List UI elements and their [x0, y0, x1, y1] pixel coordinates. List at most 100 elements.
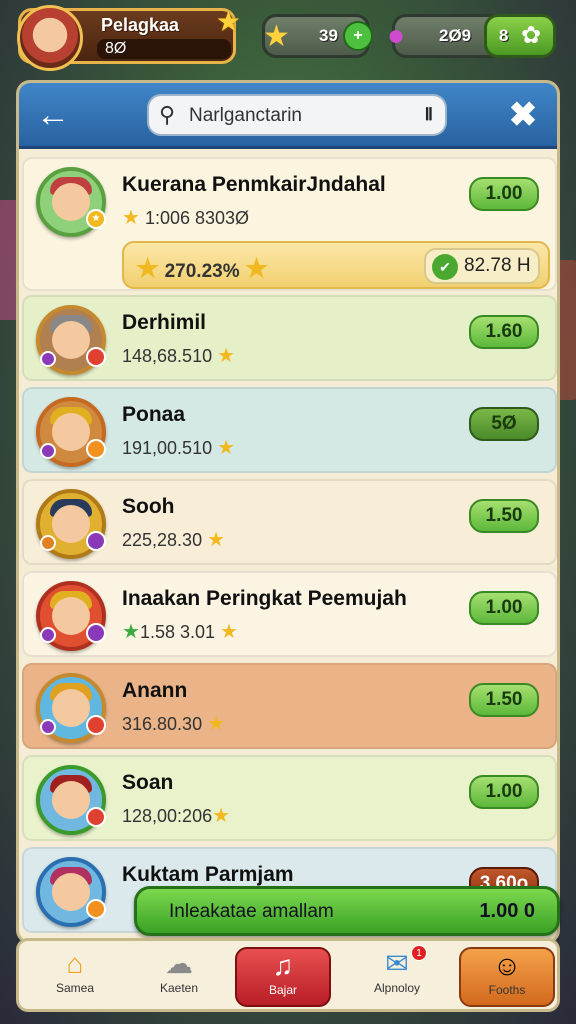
leaderboard-row[interactable]: Sooh 225,28.30 ★ 1.50 [22, 479, 557, 565]
badge-icon [40, 719, 56, 735]
reward-button[interactable]: 5Ø [469, 407, 539, 441]
player-score: 128,00:206★ [122, 805, 231, 827]
add-stars-button[interactable]: + [343, 21, 373, 51]
bonus-left: ★ 270.23% ★ [136, 253, 269, 283]
claim-reward-button[interactable]: Inleakatae amallam 1.00 0 [134, 886, 560, 936]
top-bar: Pelagkaa 8Ø ★ ★ 39 + ● 2Ø9 8 ✿ [0, 0, 576, 72]
avatar [36, 397, 106, 467]
badge-icon [40, 535, 56, 551]
player-score: 316.80.30 ★ [122, 713, 226, 735]
player-name: Kuktam Parmjam [122, 863, 294, 886]
nav-messages[interactable]: ✉ Alpnoloy 1 [349, 945, 445, 1007]
player-profile[interactable]: Pelagkaa 8Ø ★ [17, 5, 241, 71]
star-icon: ★ [220, 621, 238, 643]
avatar [36, 857, 106, 927]
add-gems-button[interactable]: 8 ✿ [484, 14, 556, 58]
search-input[interactable] [189, 104, 399, 128]
star-icon: ★ [217, 437, 236, 459]
bonus-right[interactable]: ✔ 82.78 H [424, 248, 540, 284]
player-level: 8Ø [97, 39, 231, 59]
reward-button[interactable]: 1.50 [469, 683, 539, 717]
gems-value: 2Ø9 [439, 26, 472, 45]
star-icon: ★ [263, 20, 290, 53]
star-icon: ★ [207, 713, 226, 735]
player-name: Kuerana PenmkairJndahal [122, 173, 386, 196]
gems-secondary: 8 [499, 26, 509, 45]
search-suffix: Ⅱ [424, 105, 433, 124]
reward-button[interactable]: 1.00 [469, 775, 539, 809]
character-icon: ☺ [492, 950, 522, 981]
player-name: Ponaa [122, 403, 186, 426]
avatar [36, 673, 106, 743]
claim-value: 1.00 0 [479, 900, 535, 922]
player-name: Soan [122, 771, 174, 794]
gear-icon: ✿ [521, 22, 542, 49]
avatar [36, 765, 106, 835]
badge-icon [86, 899, 106, 919]
gem-icon: ● [387, 19, 406, 52]
star-icon: ★ [217, 345, 236, 367]
avatar: ★ [36, 167, 106, 237]
message-icon: ✉ [385, 948, 409, 979]
panel-header: ← ⚲ Ⅱ ✖ [19, 83, 557, 149]
search-icon: ⚲ [159, 102, 176, 127]
badge-icon [86, 531, 106, 551]
search-box[interactable]: ⚲ Ⅱ [147, 94, 447, 136]
leaderboard-row[interactable]: Derhimil 148,68.510 ★ 1.60 [22, 295, 557, 381]
nav-chat[interactable]: ☁ Kaeten [131, 947, 227, 1007]
star-icon: ★ [244, 253, 269, 283]
notification-badge: 1 [411, 945, 427, 961]
stars-value: 39 [319, 26, 338, 45]
close-icon: ✖ [508, 96, 538, 134]
leaderboard-row[interactable]: Ponaa 191,00.510 ★ 5Ø [22, 387, 557, 473]
nav-home[interactable]: ⌂ Samea [27, 947, 123, 1007]
nav-profile[interactable]: ☺ Fooths [459, 947, 555, 1007]
badge-icon [86, 347, 106, 367]
player-score: ★1.58 3.01 ★ [122, 621, 238, 643]
player-score: 148,68.510 ★ [122, 345, 236, 367]
close-button[interactable]: ✖ [501, 93, 545, 137]
player-avatar[interactable] [17, 5, 83, 71]
reward-button[interactable]: 1.00 [469, 177, 539, 211]
arrow-left-icon: ← [36, 96, 70, 134]
reward-button[interactable]: 1.50 [469, 499, 539, 533]
bonus-bar: ★ 270.23% ★ ✔ 82.78 H [122, 241, 550, 289]
star-icon: ★ [212, 805, 231, 827]
player-name: Derhimil [122, 311, 207, 334]
badge-icon: ★ [86, 209, 106, 229]
player-name: Inaakan Peringkat Peemujah [122, 587, 407, 610]
gems-counter[interactable]: ● 2Ø9 8 ✿ [387, 14, 556, 58]
avatar [36, 305, 106, 375]
badge-icon [86, 715, 106, 735]
leaderboard-row[interactable]: Anann 316.80.30 ★ 1.50 [22, 663, 557, 749]
leaderboard-row[interactable]: ★ Kuerana PenmkairJndahal ★ 1:006 8303Ø … [22, 157, 557, 291]
player-score: 225,28.30 ★ [122, 529, 226, 551]
player-name: Anann [122, 679, 188, 702]
star-icon: ★ [136, 253, 160, 283]
star-icon: ★ [122, 621, 140, 643]
back-button[interactable]: ← [31, 93, 75, 137]
nav-music[interactable]: ♫ Bajar [235, 947, 331, 1007]
badge-icon [86, 807, 106, 827]
music-note-icon: ♫ [272, 950, 294, 981]
home-icon: ⌂ [66, 948, 84, 979]
star-icon: ★ [122, 207, 140, 229]
avatar [36, 489, 106, 559]
star-icon: ★ [215, 6, 241, 37]
player-score: 191,00.510 ★ [122, 437, 236, 459]
leaderboard-row[interactable]: Soan 128,00:206★ 1.00 [22, 755, 557, 841]
leaderboard-row[interactable]: Inaakan Peringkat Peemujah ★1.58 3.01 ★ … [22, 571, 557, 657]
stars-counter[interactable]: ★ 39 + [262, 14, 373, 58]
claim-label: Inleakatae amallam [169, 901, 334, 922]
chat-icon: ☁ [165, 948, 193, 979]
reward-button[interactable]: 1.60 [469, 315, 539, 349]
player-score: ★ 1:006 8303Ø [122, 207, 250, 229]
bottom-nav: ⌂ Samea ☁ Kaeten ♫ Bajar ✉ Alpnoloy 1 ☺ … [16, 938, 560, 1012]
star-icon: ★ [207, 529, 226, 551]
badge-icon [40, 443, 56, 459]
reward-button[interactable]: 1.00 [469, 591, 539, 625]
player-name: Sooh [122, 495, 175, 518]
badge-icon [40, 351, 56, 367]
player-name: Pelagkaa [101, 15, 180, 35]
leaderboard-panel: ← ⚲ Ⅱ ✖ ★ Kuerana PenmkairJndahal ★ 1:00… [16, 80, 560, 944]
